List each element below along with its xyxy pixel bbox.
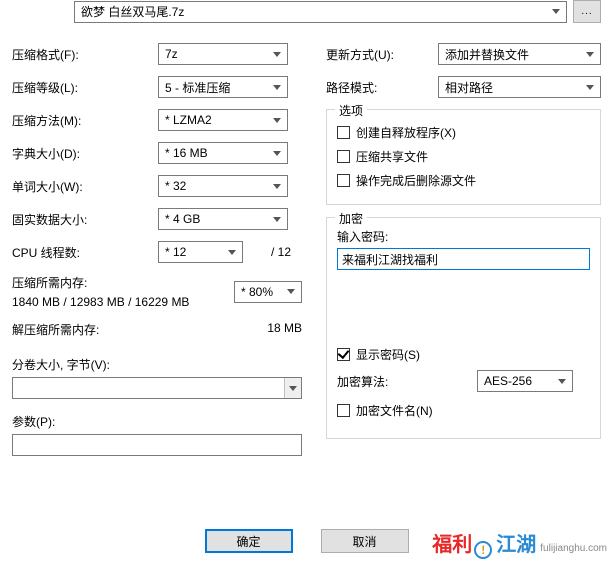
mem-compress-label: 压缩所需内存: [12, 274, 189, 291]
params-input[interactable] [12, 434, 302, 456]
chevron-down-icon [586, 85, 594, 90]
encrypt-group: 加密 输入密码: 来福利江湖找福利 显示密码(S) 加密算法: AES-256 … [326, 217, 601, 439]
chevron-down-icon [289, 386, 297, 391]
encrypt-title: 加密 [335, 210, 367, 227]
threads-label: CPU 线程数: [12, 244, 158, 261]
dict-select[interactable]: * 16 MB [158, 142, 288, 164]
show-password-checkbox[interactable] [337, 348, 350, 361]
level-select[interactable]: 5 - 标准压缩 [158, 76, 288, 98]
threads-select[interactable]: * 12 [158, 241, 243, 263]
split-combo[interactable] [12, 377, 302, 399]
browse-button[interactable]: ... [573, 0, 601, 23]
update-select[interactable]: 添加并替换文件 [438, 43, 601, 65]
delete-label: 操作完成后删除源文件 [356, 172, 476, 189]
chevron-down-icon [273, 184, 281, 189]
mem-compress-value: 1840 MB / 12983 MB / 16229 MB [12, 295, 189, 309]
shared-checkbox[interactable] [337, 150, 350, 163]
encrypt-names-label: 加密文件名(N) [356, 402, 433, 419]
method-select[interactable]: * LZMA2 [158, 109, 288, 131]
chevron-down-icon [287, 289, 295, 294]
sfx-label: 创建自释放程序(X) [356, 124, 456, 141]
alg-select[interactable]: AES-256 [477, 370, 573, 392]
sfx-checkbox[interactable] [337, 126, 350, 139]
path-select[interactable]: 相对路径 [438, 76, 601, 98]
cancel-button[interactable]: 取消 [321, 529, 409, 553]
chevron-down-icon [273, 217, 281, 222]
chevron-down-icon [552, 9, 560, 14]
password-input[interactable]: 来福利江湖找福利 [337, 248, 590, 270]
mem-decompress-value: 18 MB [267, 321, 302, 338]
mem-decompress-label: 解压缩所需内存: [12, 321, 99, 338]
method-label: 压缩方法(M): [12, 112, 158, 129]
update-label: 更新方式(U): [326, 46, 438, 63]
archive-name-dropdown[interactable]: 欲梦 白丝双马尾.7z [74, 1, 567, 23]
chevron-down-icon [558, 379, 566, 384]
chevron-down-icon [586, 52, 594, 57]
mem-percent-select[interactable]: * 80% [234, 281, 302, 303]
password-label: 输入密码: [337, 228, 590, 245]
chevron-down-icon [273, 151, 281, 156]
word-label: 单词大小(W): [12, 178, 158, 195]
dict-label: 字典大小(D): [12, 145, 158, 162]
level-label: 压缩等级(L): [12, 79, 158, 96]
word-select[interactable]: * 32 [158, 175, 288, 197]
chevron-down-icon [228, 250, 236, 255]
path-label: 路径模式: [326, 79, 438, 96]
solid-select[interactable]: * 4 GB [158, 208, 288, 230]
shared-label: 压缩共享文件 [356, 148, 428, 165]
threads-total: / 12 [271, 245, 291, 259]
chevron-down-icon [273, 118, 281, 123]
options-title: 选项 [335, 102, 367, 119]
solid-label: 固实数据大小: [12, 211, 158, 228]
encrypt-names-checkbox[interactable] [337, 404, 350, 417]
watermark: 福利 ! 江湖 fulijianghu.com [432, 528, 607, 557]
format-select[interactable]: 7z [158, 43, 288, 65]
show-password-label: 显示密码(S) [356, 346, 420, 363]
split-label: 分卷大小, 字节(V): [12, 356, 302, 373]
format-label: 压缩格式(F): [12, 46, 158, 63]
ok-button[interactable]: 确定 [205, 529, 293, 553]
alg-label: 加密算法: [337, 373, 477, 390]
watermark-icon: ! [474, 541, 492, 559]
options-group: 选项 创建自释放程序(X) 压缩共享文件 操作完成后删除源文件 [326, 109, 601, 205]
archive-name-value: 欲梦 白丝双马尾.7z [81, 3, 184, 20]
chevron-down-icon [273, 85, 281, 90]
chevron-down-icon [273, 52, 281, 57]
params-label: 参数(P): [12, 413, 302, 430]
delete-checkbox[interactable] [337, 174, 350, 187]
